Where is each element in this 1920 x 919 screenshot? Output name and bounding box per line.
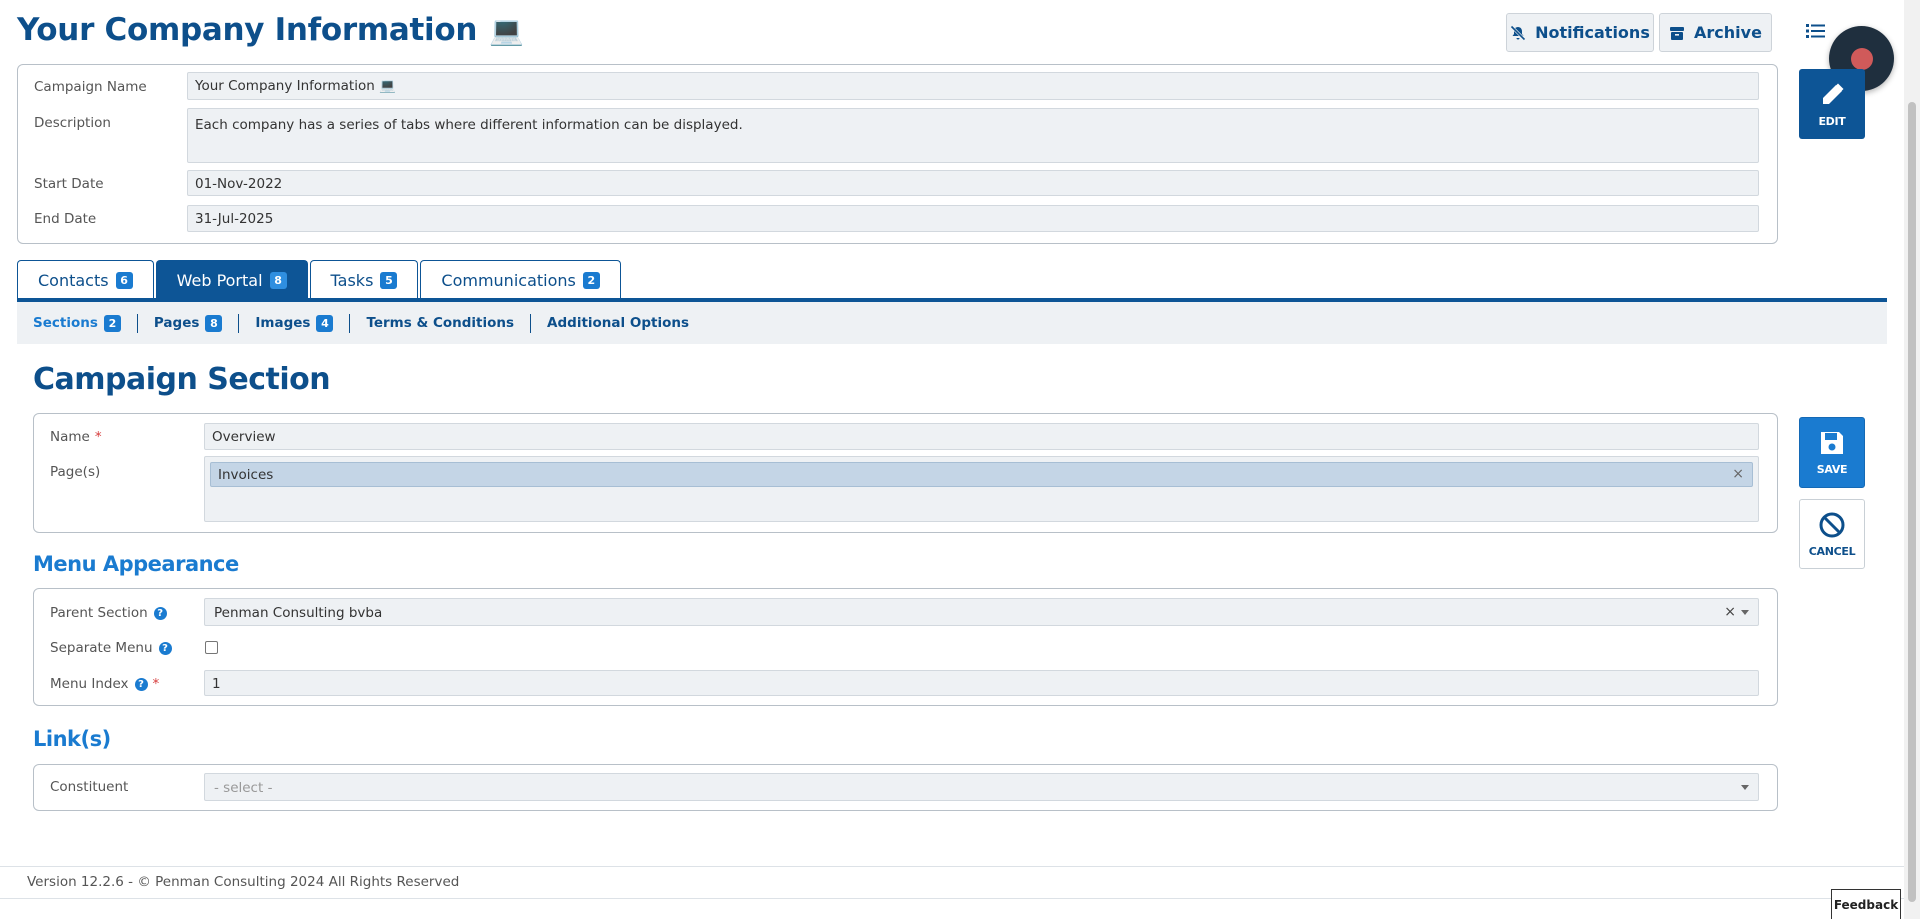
parent-section-value: Penman Consulting bvba <box>214 605 383 621</box>
main-tabs: Contacts 6 Web Portal 8 Tasks 5 Communic… <box>17 260 621 299</box>
constituent-label: Constituent <box>50 779 129 795</box>
subnav-additional-options[interactable]: Additional Options <box>531 314 705 333</box>
footer-bottom-divider <box>0 898 1904 899</box>
notifications-button[interactable]: Notifications <box>1506 13 1654 52</box>
subnav-count-badge: 8 <box>205 314 223 332</box>
help-icon[interactable]: ? <box>153 606 167 620</box>
save-label: SAVE <box>1816 463 1848 476</box>
bell-slash-icon <box>1510 24 1526 41</box>
subnav-sections[interactable]: Sections 2 <box>33 313 138 333</box>
laptop-icon: 💻 <box>489 13 524 47</box>
record-dot-icon <box>1850 47 1873 70</box>
pages-label: Page(s) <box>50 464 101 480</box>
tab-tasks[interactable]: Tasks 5 <box>309 260 419 299</box>
subnav-label: Sections <box>33 314 98 331</box>
tab-contacts[interactable]: Contacts 6 <box>17 260 154 299</box>
links-heading: Link(s) <box>33 727 111 751</box>
edit-button[interactable]: EDIT <box>1799 69 1865 139</box>
archive-button[interactable]: Archive <box>1659 13 1772 52</box>
page-tag-label: Invoices <box>218 467 274 483</box>
required-marker: * <box>94 429 102 445</box>
tab-count-badge: 5 <box>380 271 398 289</box>
menu-index-label-text: Menu Index <box>50 676 129 692</box>
subnav-count-badge: 2 <box>103 314 121 332</box>
start-date-field[interactable]: 01-Nov-2022 <box>187 170 1759 196</box>
subnav-label: Additional Options <box>547 314 689 331</box>
name-label: Name * <box>50 429 102 445</box>
clear-icon[interactable]: × <box>1724 604 1736 620</box>
floppy-disk-icon <box>1821 432 1843 454</box>
subnav-label: Pages <box>153 314 200 331</box>
page-tag: Invoices × <box>210 462 1753 487</box>
footer-divider <box>0 866 1904 867</box>
required-marker: * <box>152 676 160 692</box>
separate-menu-label-text: Separate Menu <box>50 640 153 656</box>
subnav-images[interactable]: Images 4 <box>239 313 351 333</box>
description-label: Description <box>34 115 111 131</box>
campaign-name-field[interactable]: Your Company Information 💻 <box>187 72 1759 100</box>
campaign-name-label: Campaign Name <box>34 79 147 95</box>
subnav-pages[interactable]: Pages 8 <box>138 313 240 333</box>
pages-multiselect[interactable]: Invoices × <box>204 456 1759 522</box>
menu-index-label: Menu Index? * <box>50 676 159 692</box>
ban-icon <box>1819 512 1845 537</box>
subnav-label: Terms & Conditions <box>366 314 515 331</box>
tab-count-badge: 2 <box>582 271 600 289</box>
edit-label: EDIT <box>1818 114 1846 128</box>
menu-index-field[interactable]: 1 <box>204 670 1759 696</box>
tab-count-badge: 8 <box>269 271 287 289</box>
tab-communications[interactable]: Communications 2 <box>420 260 621 299</box>
subnav-count-badge: 4 <box>316 314 334 332</box>
separate-menu-label: Separate Menu? <box>50 640 172 656</box>
notifications-label: Notifications <box>1535 23 1650 42</box>
caret-down-icon <box>1741 785 1749 790</box>
constituent-placeholder: - select - <box>214 780 273 796</box>
menu-appearance-heading: Menu Appearance <box>33 552 239 576</box>
footer-text: Version 12.2.6 - © Penman Consulting 202… <box>27 874 460 890</box>
scrollbar-thumb[interactable] <box>1908 102 1916 902</box>
parent-section-label: Parent Section? <box>50 605 167 621</box>
end-date-label: End Date <box>34 211 97 227</box>
list-icon[interactable] <box>1806 22 1826 40</box>
caret-down-icon <box>1741 610 1749 615</box>
name-label-text: Name <box>50 429 90 445</box>
tab-label: Tasks <box>330 270 374 290</box>
constituent-select[interactable]: - select - <box>204 773 1759 801</box>
cancel-label: CANCEL <box>1808 544 1856 558</box>
page-title-text: Your Company Information <box>17 12 478 48</box>
help-icon[interactable]: ? <box>134 677 148 691</box>
tab-label: Communications <box>441 270 576 290</box>
tab-label: Web Portal <box>176 270 263 290</box>
feedback-button[interactable]: Feedback <box>1831 889 1901 919</box>
tab-label: Contacts <box>38 270 109 290</box>
page-title: Your Company Information 💻 <box>17 12 524 48</box>
section-heading: Campaign Section <box>33 362 331 397</box>
start-date-label: Start Date <box>34 176 104 192</box>
tab-web-portal[interactable]: Web Portal 8 <box>155 260 308 299</box>
remove-tag-icon[interactable]: × <box>1732 466 1744 482</box>
parent-section-label-text: Parent Section <box>50 605 148 621</box>
save-button[interactable]: SAVE <box>1799 417 1865 488</box>
archive-icon <box>1670 26 1685 40</box>
separate-menu-checkbox[interactable] <box>205 641 218 654</box>
description-field[interactable]: Each company has a series of tabs where … <box>187 108 1759 163</box>
parent-section-select[interactable]: Penman Consulting bvba × <box>204 598 1759 626</box>
subnav-label: Images <box>255 314 311 331</box>
help-icon[interactable]: ? <box>158 641 172 655</box>
sub-navigation: Sections 2 Pages 8 Images 4 Terms & Cond… <box>17 302 1887 344</box>
archive-label: Archive <box>1694 23 1762 42</box>
end-date-field[interactable]: 31-Jul-2025 <box>187 205 1759 232</box>
pencil-icon <box>1823 83 1844 104</box>
cancel-button[interactable]: CANCEL <box>1799 499 1865 569</box>
subnav-terms-conditions[interactable]: Terms & Conditions <box>350 313 532 333</box>
name-field[interactable]: Overview <box>204 423 1759 450</box>
tab-count-badge: 6 <box>115 271 133 289</box>
